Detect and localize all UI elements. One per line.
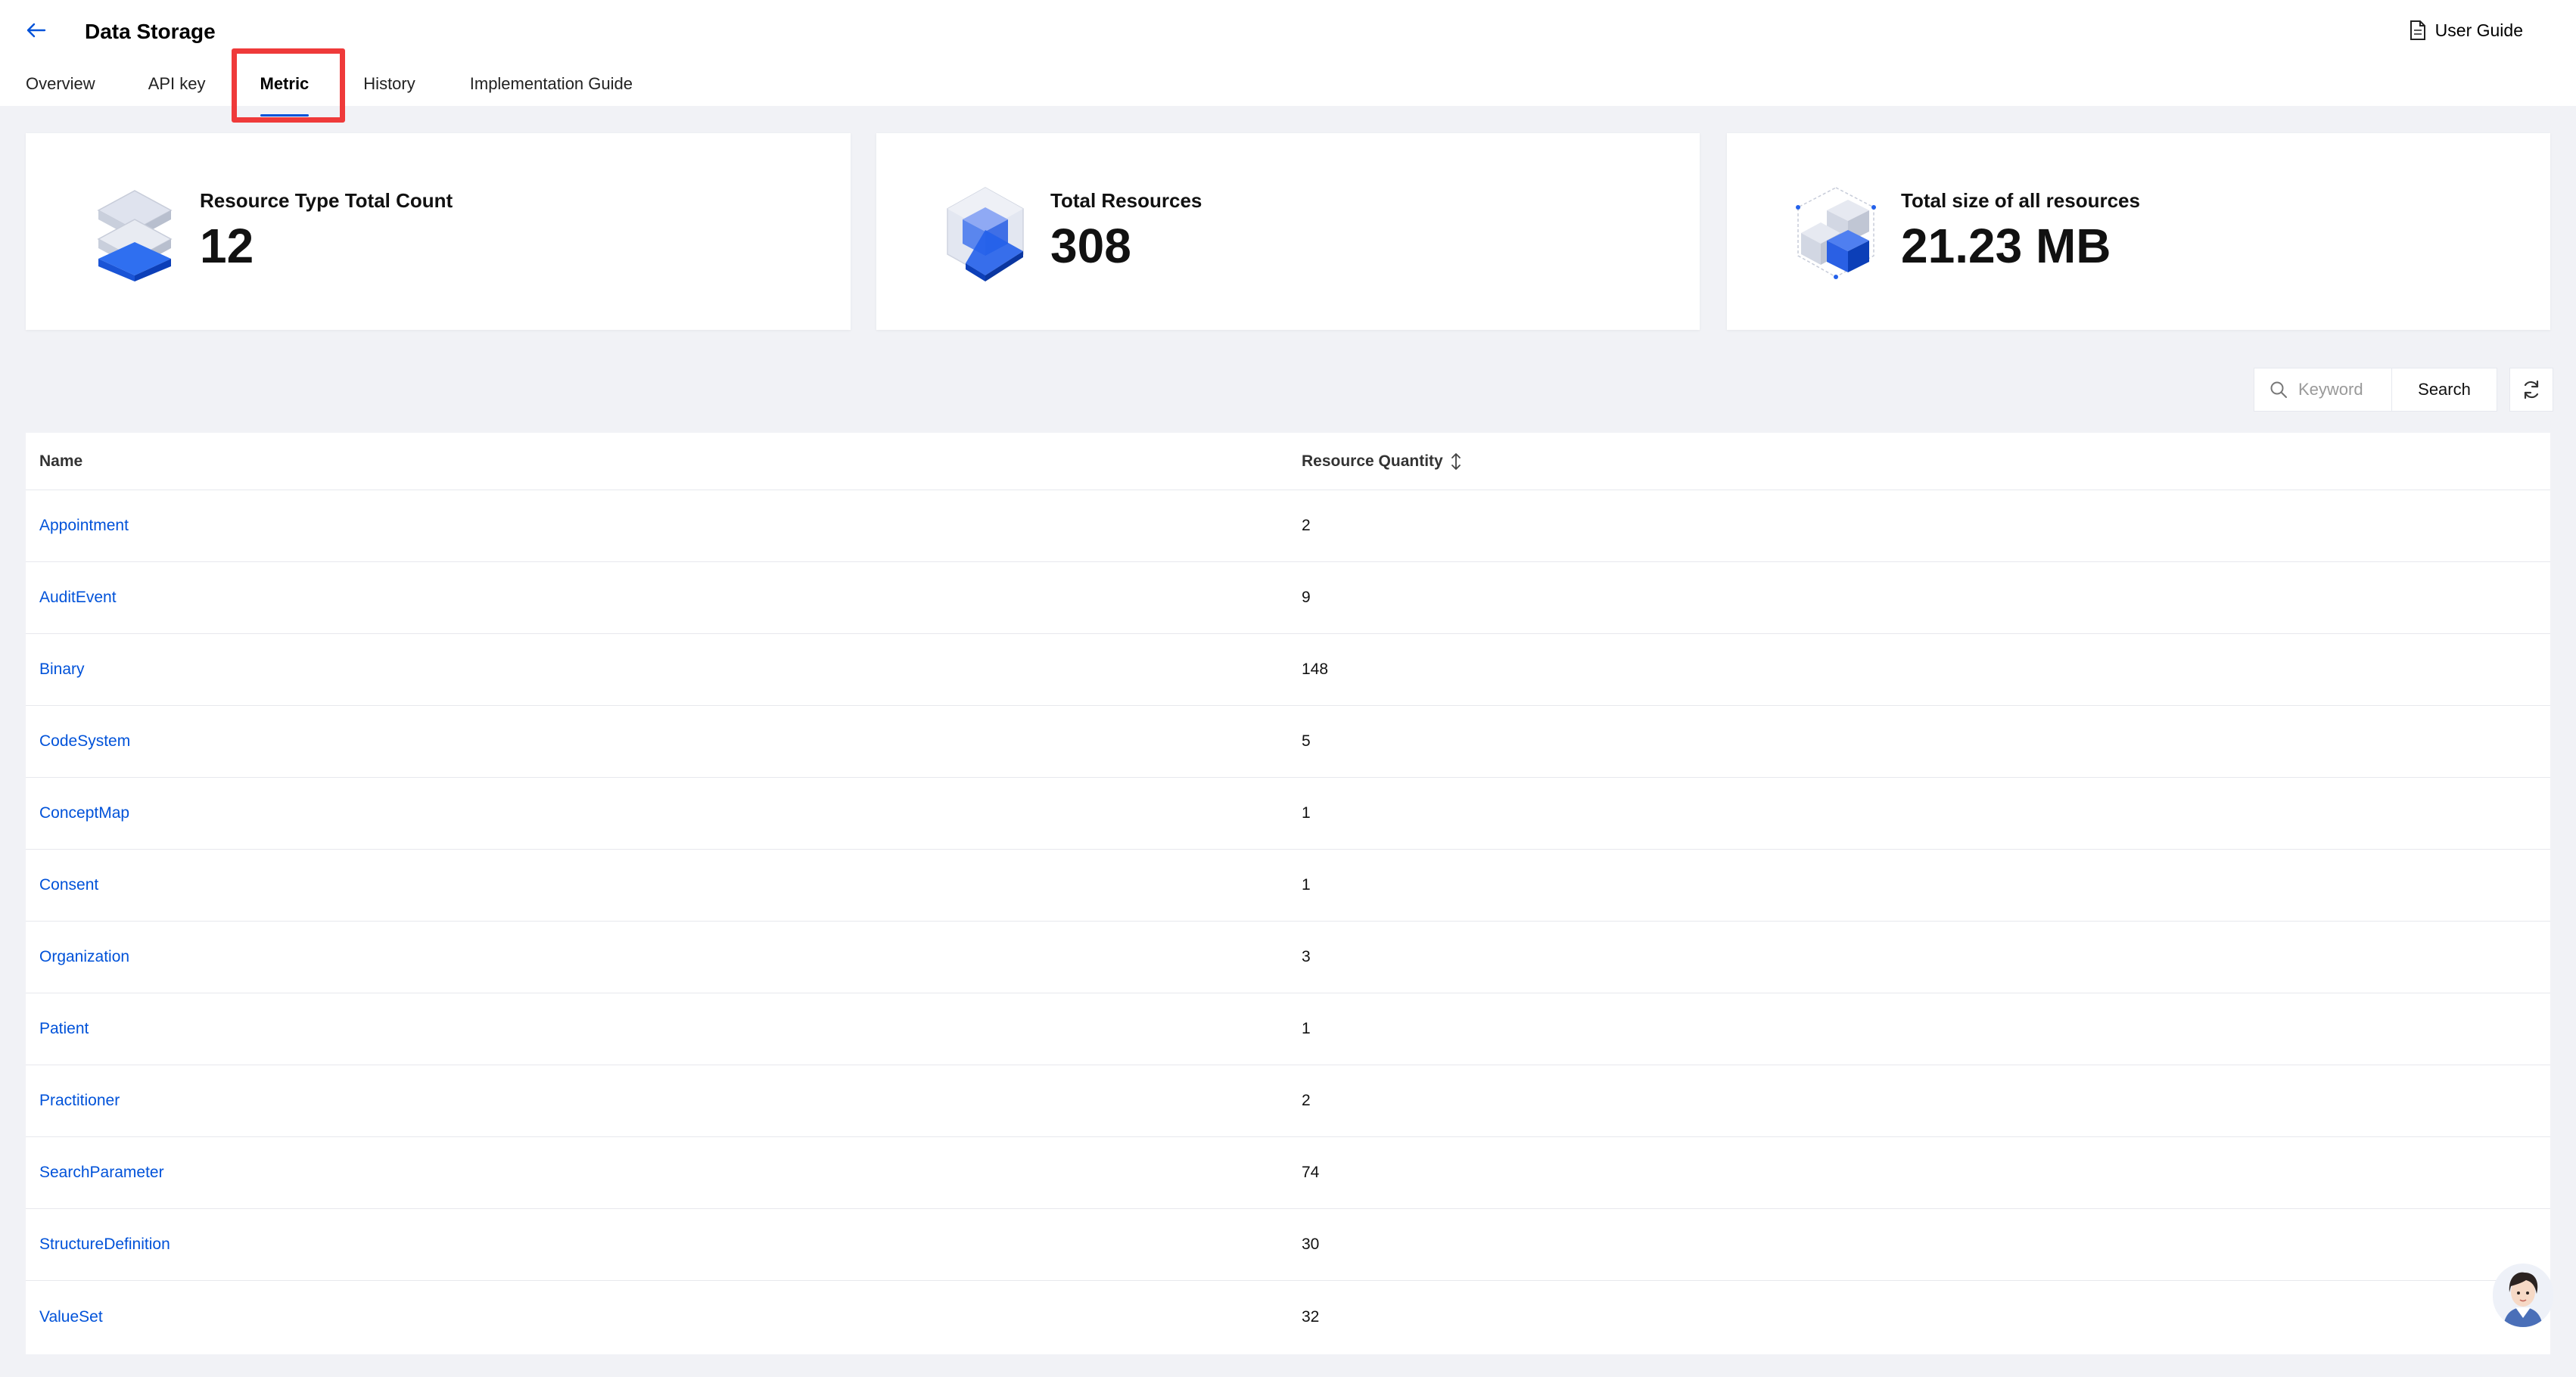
refresh-icon — [2524, 380, 2539, 399]
stat-label: Total Resources — [1050, 189, 1202, 212]
resource-quantity: 74 — [1302, 1164, 1320, 1181]
arrow-left-icon — [26, 23, 46, 38]
column-header-resource-quantity-label: Resource Quantity — [1302, 452, 1443, 470]
search-button[interactable]: Search — [2391, 368, 2497, 412]
document-icon — [2410, 20, 2425, 40]
tab-overview[interactable]: Overview — [26, 73, 95, 106]
page-title: Data Storage — [85, 20, 216, 43]
user-guide-link[interactable]: User Guide — [2410, 18, 2523, 42]
user-guide-label: User Guide — [2434, 20, 2523, 40]
column-header-name-label: Name — [39, 452, 83, 470]
resource-name-link[interactable]: ValueSet — [26, 1308, 1288, 1326]
table-row: Appointment 2 — [26, 490, 2550, 562]
resource-quantity: 1 — [1302, 1020, 1311, 1037]
cube-icon — [940, 185, 1031, 283]
refresh-button[interactable] — [2509, 368, 2553, 412]
blocks-icon — [1790, 185, 1881, 283]
resource-quantity: 2 — [1302, 517, 1311, 534]
search-toolbar: Search — [2254, 368, 2497, 412]
resource-name-link[interactable]: Consent — [26, 876, 1288, 894]
resource-quantity: 1 — [1302, 876, 1311, 894]
stat-value: 308 — [1050, 219, 1131, 273]
top-bar: Data Storage User Guide Overview API key… — [0, 0, 2576, 117]
column-header-name: Name — [26, 452, 1288, 471]
stat-label: Resource Type Total Count — [200, 189, 453, 212]
resource-quantity: 2 — [1302, 1092, 1311, 1109]
resource-name-link[interactable]: SearchParameter — [26, 1164, 1288, 1182]
table-row: ConceptMap 1 — [26, 778, 2550, 850]
resource-quantity: 3 — [1302, 948, 1311, 965]
table-row: SearchParameter 74 — [26, 1137, 2550, 1209]
table-row: Practitioner 2 — [26, 1065, 2550, 1137]
resource-name-link[interactable]: Practitioner — [26, 1092, 1288, 1110]
search-field[interactable] — [2254, 368, 2391, 412]
resource-name-link[interactable]: Binary — [26, 661, 1288, 679]
resource-name-link[interactable]: ConceptMap — [26, 804, 1288, 822]
tab-history[interactable]: History — [363, 73, 415, 106]
table-row: Organization 3 — [26, 922, 2550, 993]
resource-name-link[interactable]: StructureDefinition — [26, 1236, 1288, 1254]
resource-quantity: 5 — [1302, 732, 1311, 750]
column-header-resource-quantity[interactable]: Resource Quantity — [1288, 452, 2550, 471]
resource-name-link[interactable]: Organization — [26, 948, 1288, 966]
layers-icon — [89, 185, 180, 283]
resource-name-link[interactable]: AuditEvent — [26, 589, 1288, 607]
resource-quantity: 9 — [1302, 589, 1311, 606]
resource-name-link[interactable]: Appointment — [26, 517, 1288, 535]
stat-value: 21.23 MB — [1901, 219, 2111, 273]
stat-card-total-resources: Total Resources 308 — [876, 133, 1700, 330]
resource-name-link[interactable]: CodeSystem — [26, 732, 1288, 751]
table-row: Binary 148 — [26, 634, 2550, 706]
resource-table: Name Resource Quantity Appointment 2 Aud… — [26, 433, 2550, 1354]
resource-quantity: 32 — [1302, 1307, 1320, 1326]
search-input[interactable] — [2298, 380, 2382, 399]
table-row: ValueSet 32 — [26, 1281, 2550, 1353]
search-icon — [2270, 381, 2287, 398]
tab-implementation-guide[interactable]: Implementation Guide — [470, 73, 633, 106]
stat-value: 12 — [200, 219, 254, 273]
resource-quantity: 1 — [1302, 804, 1311, 822]
back-button[interactable] — [23, 17, 50, 44]
tab-api-key[interactable]: API key — [148, 73, 206, 106]
table-row: StructureDefinition 30 — [26, 1209, 2550, 1281]
stat-card-total-size: Total size of all resources 21.23 MB — [1727, 133, 2550, 330]
table-row: CodeSystem 5 — [26, 706, 2550, 778]
resource-quantity: 148 — [1302, 661, 1329, 678]
resource-name-link[interactable]: Patient — [26, 1020, 1288, 1038]
resource-quantity: 30 — [1302, 1236, 1320, 1253]
table-row: Patient 1 — [26, 993, 2550, 1065]
table-header: Name Resource Quantity — [26, 433, 2550, 490]
sort-icon[interactable] — [1451, 452, 1461, 471]
stat-card-resource-type-count: Resource Type Total Count 12 — [26, 133, 851, 330]
table-row: Consent 1 — [26, 850, 2550, 922]
assistant-avatar[interactable] — [2493, 1264, 2553, 1327]
table-row: AuditEvent 9 — [26, 562, 2550, 634]
stat-label: Total size of all resources — [1901, 189, 2140, 212]
tab-bar: Overview API key Metric History Implemen… — [26, 73, 633, 117]
active-tab-indicator — [260, 114, 310, 117]
tab-metric[interactable]: Metric — [260, 73, 310, 117]
tab-metric-label: Metric — [260, 74, 310, 93]
